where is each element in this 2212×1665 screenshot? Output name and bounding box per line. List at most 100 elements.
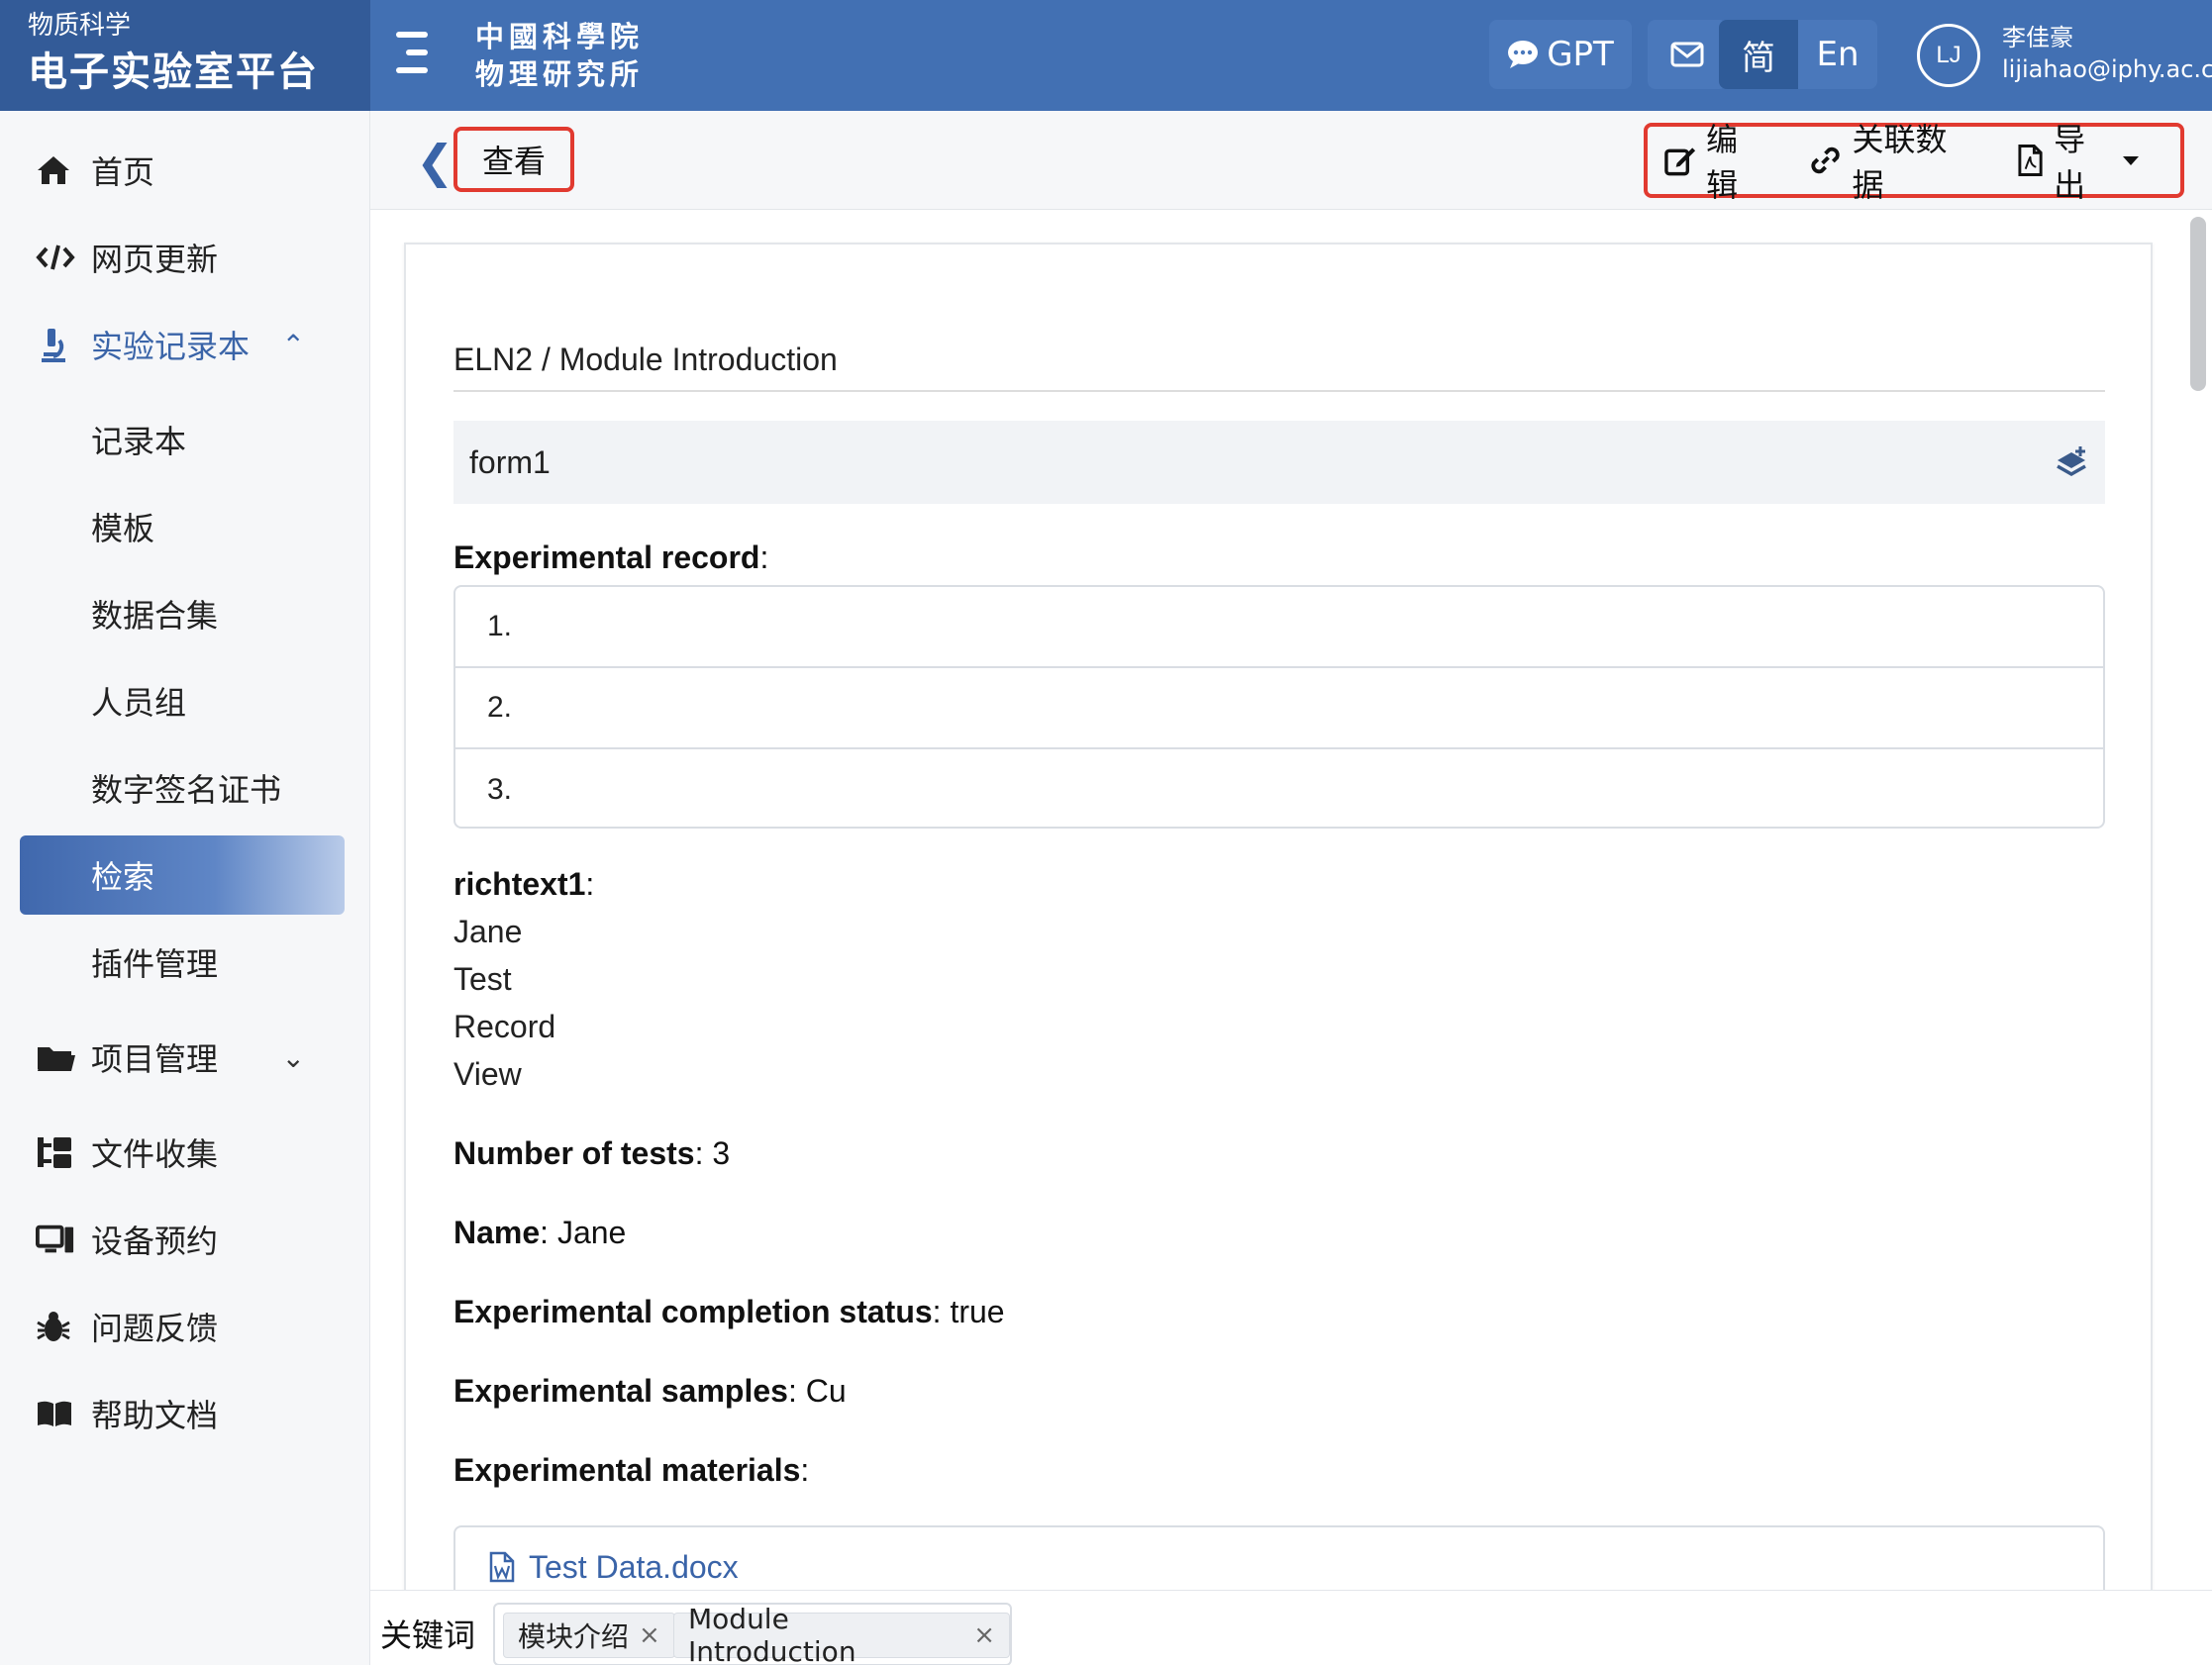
sidebar-subitem-notebook[interactable]: 记录本	[20, 400, 345, 479]
materials-field: Experimental materials:	[453, 1452, 810, 1488]
record-card: ELN2 / Module Introduction form1 Experim…	[404, 243, 2153, 1590]
chevron-up-icon: ⌃	[281, 328, 305, 361]
richtext-line: Record	[453, 1009, 556, 1044]
gpt-button[interactable]: GPT	[1489, 20, 1632, 89]
form-header: form1	[453, 421, 2105, 504]
action-buttons: 编辑 关联数据 导出	[1644, 121, 2184, 204]
export-dropdown[interactable]: 导出	[2017, 115, 2139, 206]
completion-status-value: true	[950, 1294, 1005, 1329]
sidebar-subitem-certificate[interactable]: 数字签名证书	[20, 748, 345, 828]
sidebar-label-home: 首页	[91, 153, 155, 191]
layer-add-icon[interactable]	[2054, 444, 2089, 480]
keywords-input[interactable]: 模块介绍 × Module Introduction ×	[493, 1603, 1012, 1665]
language-switch: 简 En	[1719, 20, 1877, 89]
name-label: Name	[453, 1215, 541, 1250]
richtext-line: Jane	[453, 914, 523, 949]
keywords-label: 关键词	[380, 1616, 476, 1654]
name-value: Jane	[556, 1215, 627, 1250]
institute-logo: 中國科學院 物理研究所	[475, 18, 644, 93]
keyword-tag-text: 模块介绍	[518, 1620, 630, 1653]
sidebar-subitem-plugins[interactable]: 插件管理	[20, 923, 345, 1002]
keyword-tag: Module Introduction ×	[673, 1603, 1010, 1665]
caret-down-icon	[2123, 155, 2139, 165]
sidebar-item-feedback[interactable]: 问题反馈	[20, 1287, 345, 1366]
user-name[interactable]: 李佳豪	[2002, 18, 2073, 52]
list-item: 3.	[487, 773, 513, 806]
word-file-icon	[489, 1551, 515, 1583]
envelope-icon	[1670, 42, 1704, 67]
keyword-tag: 模块介绍 ×	[503, 1613, 675, 1658]
folder-icon	[38, 1047, 75, 1071]
num-tests-label: Number of tests	[453, 1135, 695, 1171]
sidebar-label-help: 帮助文档	[91, 1397, 219, 1434]
code-icon	[36, 245, 75, 270]
sidebar-subitem-search[interactable]: 检索	[20, 835, 345, 915]
sidebar-label-notebook: 实验记录本	[91, 328, 251, 365]
link-icon	[1811, 147, 1841, 174]
sidebar-subitem-group[interactable]: 人员组	[20, 661, 345, 740]
experimental-record-label: Experimental record	[453, 539, 760, 575]
sidebar: 首页 网页更新 实验记录本 ⌃ 记录本 模板 数据合集 人员组 数字签名证书 检…	[0, 111, 370, 1665]
sidebar-item-file-collect[interactable]: 文件收集	[20, 1113, 345, 1192]
mail-button[interactable]	[1648, 20, 1727, 89]
remove-tag-icon[interactable]: ×	[973, 1620, 995, 1650]
richtext-field: richtext1:	[453, 866, 595, 902]
num-tests-value: 3	[712, 1135, 731, 1171]
link-data-button[interactable]: 关联数据	[1809, 115, 1975, 206]
sidebar-item-help[interactable]: 帮助文档	[20, 1374, 345, 1453]
sidebar-item-project[interactable]: 项目管理 ⌄	[20, 1018, 345, 1097]
folder-tree-icon	[38, 1137, 71, 1168]
richtext-line: View	[453, 1056, 522, 1092]
sidebar-label-project: 项目管理	[91, 1040, 219, 1078]
brand-logo[interactable]: 物质科学 电子实验室平台	[0, 0, 370, 111]
menu-toggle-icon[interactable]	[392, 30, 432, 79]
lang-zh-button[interactable]: 简	[1719, 20, 1798, 89]
list-item: 2.	[455, 668, 2103, 749]
page-toolbar: ❮ 查看 编辑 关联数据 导出	[370, 111, 2212, 210]
keywords-bar: 关键词 模块介绍 × Module Introduction ×	[370, 1590, 2212, 1665]
richtext-line: Test	[453, 961, 512, 997]
computer-icon	[36, 1224, 74, 1253]
gpt-label: GPT	[1547, 35, 1614, 74]
list-item: 1.	[455, 587, 2103, 668]
richtext-label: richtext1	[453, 866, 586, 902]
materials-label: Experimental materials	[453, 1452, 801, 1488]
link-data-label: 关联数据	[1852, 121, 1948, 204]
breadcrumb: ELN2 / Module Introduction	[453, 342, 2105, 392]
sidebar-label-web-update: 网页更新	[91, 241, 219, 278]
edit-icon	[1664, 147, 1696, 176]
form-name: form1	[469, 443, 551, 480]
lang-en-button[interactable]: En	[1798, 20, 1877, 89]
edit-label: 编辑	[1706, 121, 1739, 204]
home-icon	[38, 156, 69, 184]
completion-status-label: Experimental completion status	[453, 1294, 933, 1329]
sidebar-item-device[interactable]: 设备预约	[20, 1200, 345, 1279]
experimental-record-list: 1. 2. 3.	[453, 585, 2105, 829]
bug-icon	[37, 1312, 70, 1341]
remove-tag-icon[interactable]: ×	[639, 1620, 660, 1650]
top-navbar: 中國科學院 物理研究所 GPT 简 En LJ 李佳豪 lijiahao@iph…	[370, 0, 2212, 111]
edit-button[interactable]: 编辑	[1663, 115, 1767, 206]
avatar[interactable]: LJ	[1917, 24, 1980, 87]
chat-icon	[1508, 41, 1539, 68]
num-tests-field: Number of tests: 3	[453, 1135, 731, 1171]
microscope-icon	[42, 329, 65, 362]
scrollbar[interactable]	[2190, 217, 2206, 391]
file-link[interactable]: Test Data.docx	[529, 1549, 739, 1586]
user-email: lijiahao@iphy.ac.cn	[2002, 55, 2212, 83]
sidebar-item-web-update[interactable]: 网页更新	[20, 218, 345, 297]
content-area[interactable]: ELN2 / Module Introduction form1 Experim…	[370, 211, 2212, 1590]
export-label: 导出	[2054, 121, 2086, 204]
sidebar-item-home[interactable]: 首页	[20, 131, 345, 210]
sidebar-item-notebook[interactable]: 实验记录本 ⌃	[20, 305, 345, 384]
name-field: Name: Jane	[453, 1215, 627, 1250]
sidebar-label-feedback: 问题反馈	[91, 1310, 219, 1347]
institute-line2: 物理研究所	[475, 57, 645, 91]
page-title: 查看	[453, 127, 574, 192]
back-arrow-icon[interactable]: ❮	[416, 135, 454, 188]
sidebar-subitem-template[interactable]: 模板	[20, 487, 345, 566]
sidebar-label-device: 设备预约	[91, 1223, 219, 1260]
sidebar-subitem-dataset[interactable]: 数据合集	[20, 574, 345, 653]
materials-file-list: Test Data.docx	[453, 1525, 2105, 1590]
experimental-record-field: Experimental record:	[453, 539, 769, 575]
